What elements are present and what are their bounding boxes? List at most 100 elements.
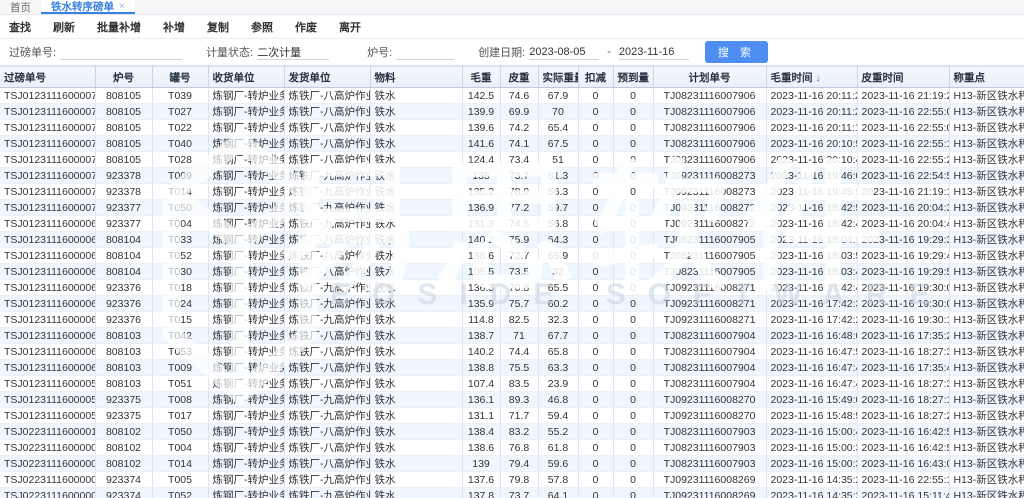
toolbar: 查找 刷新 批量补增 补增 复制 参照 作废 离开 <box>0 15 1024 39</box>
cell: 0 <box>613 104 653 120</box>
column-header[interactable]: 称重点 <box>949 67 1024 88</box>
column-header[interactable]: 实际重量 <box>538 67 578 88</box>
column-header[interactable]: 毛重 <box>462 67 500 88</box>
cell: 0 <box>578 488 613 498</box>
cell: 136.1 <box>462 392 500 408</box>
column-header[interactable]: 物料 <box>370 67 462 88</box>
search-button[interactable]: 搜 索 <box>705 41 768 63</box>
table-row[interactable]: TSJ01231116000073808105T028炼钢厂-转炉业务区炼铁厂-… <box>0 152 1024 168</box>
cell: 2023-11-16 22:54:56 <box>857 168 949 184</box>
table-row[interactable]: TSJ01231116000067808104T052炼钢厂-转炉业务区炼铁厂-… <box>0 248 1024 264</box>
cell: 0 <box>578 216 613 232</box>
column-header[interactable]: 罐号 <box>152 67 208 88</box>
cell: 923378 <box>95 168 152 184</box>
table-row[interactable]: TSJ02231116000006923374T052炼钢厂-转炉业务区炼铁厂-… <box>0 488 1024 498</box>
table-row[interactable]: TSJ01231116000064923376T024炼钢厂-转炉业务区炼铁厂-… <box>0 296 1024 312</box>
cell: 2023-11-16 17:42:22 <box>766 312 857 328</box>
column-header[interactable]: 收货单位 <box>208 67 284 88</box>
column-header[interactable]: 计划单号 <box>653 67 766 88</box>
toolbar-button[interactable]: 离开 <box>339 19 361 35</box>
table-row[interactable]: TSJ01231116000074808105T040炼钢厂-转炉业务区炼铁厂-… <box>0 136 1024 152</box>
cell: 2023-11-16 22:55:12 <box>857 472 949 488</box>
cell: 炼钢厂-转炉业务区 <box>208 88 284 104</box>
cell: H13-新区铁水秤 <box>949 456 1024 472</box>
cell: 70.8 <box>500 280 538 296</box>
toolbar-button[interactable]: 参照 <box>251 19 273 35</box>
cell: 0 <box>613 280 653 296</box>
cell: 2023-11-16 18:04:04 <box>766 232 857 248</box>
cell: 2023-11-16 19:30:09 <box>857 296 949 312</box>
cell: 2023-11-16 22:55:01 <box>857 120 949 136</box>
toolbar-button[interactable]: 补增 <box>163 19 185 35</box>
table-row[interactable]: TSJ02231116000007923374T005炼钢厂-转炉业务区炼铁厂-… <box>0 472 1024 488</box>
cell: 铁水 <box>370 168 462 184</box>
tab-home[interactable]: 首页 <box>0 0 41 14</box>
table-row[interactable]: TSJ02231116000008808102T014炼钢厂-转炉业务区炼铁厂-… <box>0 456 1024 472</box>
tab-molten-iron-bill[interactable]: 铁水转序磅单 × <box>41 0 135 14</box>
column-header[interactable]: 预到量 <box>613 67 653 88</box>
table-row[interactable]: TSJ01231116000072923378T009炼钢厂-转炉业务区炼铁厂-… <box>0 168 1024 184</box>
cell: 0 <box>613 168 653 184</box>
cell: 140.2 <box>462 344 500 360</box>
toolbar-button[interactable]: 查找 <box>9 19 31 35</box>
cell: 808105 <box>95 136 152 152</box>
table-row[interactable]: TSJ02231116000009808102T004炼钢厂-转炉业务区炼铁厂-… <box>0 440 1024 456</box>
column-header[interactable]: 扣减 <box>578 67 613 88</box>
status-select[interactable] <box>257 44 329 60</box>
toolbar-button[interactable]: 刷新 <box>53 19 75 35</box>
cell: TJ08231116007903 <box>653 456 766 472</box>
cell: 808103 <box>95 344 152 360</box>
bill-no-input[interactable] <box>60 44 182 60</box>
toolbar-button[interactable]: 批量补增 <box>97 19 141 35</box>
date-to-input[interactable] <box>619 44 689 60</box>
column-header[interactable]: 发货单位 <box>284 67 370 88</box>
cell: 炼钢厂-转炉业务区 <box>208 328 284 344</box>
table-row[interactable]: TSJ01231116000071923378T014炼钢厂-转炉业务区炼铁厂-… <box>0 184 1024 200</box>
cell: 63.3 <box>538 360 578 376</box>
cell: 铁水 <box>370 472 462 488</box>
cell: 炼铁厂-八高炉作业区 <box>284 264 370 280</box>
cell: 0 <box>578 296 613 312</box>
toolbar-button[interactable]: 复制 <box>207 19 229 35</box>
table-row[interactable]: TSJ01231116000078808105T039炼钢厂-转炉业务区炼铁厂-… <box>0 88 1024 104</box>
table-row[interactable]: TSJ02231116000010808102T050炼钢厂-转炉业务区炼铁厂-… <box>0 424 1024 440</box>
cell: 138.7 <box>462 328 500 344</box>
table-row[interactable]: TSJ01231116000070923377T050炼钢厂-转炉业务区炼铁厂-… <box>0 200 1024 216</box>
toolbar-button[interactable]: 作废 <box>295 19 317 35</box>
cell: TJ09231116008273 <box>653 184 766 200</box>
cell: 2023-11-16 15:49:06 <box>766 392 857 408</box>
table-row[interactable]: TSJ01231116000060808103T009炼钢厂-转炉业务区炼铁厂-… <box>0 360 1024 376</box>
table-row[interactable]: TSJ01231116000077808105T027炼钢厂-转炉业务区炼铁厂-… <box>0 104 1024 120</box>
cell: 炼钢厂-转炉业务区 <box>208 136 284 152</box>
column-header[interactable]: 皮重 <box>500 67 538 88</box>
cell: 2023-11-16 20:11:28 <box>766 88 857 104</box>
table-row[interactable]: TSJ01231116000065923376T018炼钢厂-转炉业务区炼铁厂-… <box>0 280 1024 296</box>
table-row[interactable]: TSJ01231116000059808103T051炼钢厂-转炉业务区炼铁厂-… <box>0 376 1024 392</box>
cell: TJ08231116007906 <box>653 152 766 168</box>
cell: 107.4 <box>462 376 500 392</box>
table-row[interactable]: TSJ01231116000062808103T042炼钢厂-转炉业务区炼铁厂-… <box>0 328 1024 344</box>
table-row[interactable]: TSJ01231116000066808104T030炼钢厂-转炉业务区炼铁厂-… <box>0 264 1024 280</box>
cell: 炼钢厂-转炉业务区 <box>208 168 284 184</box>
cell: 808104 <box>95 232 152 248</box>
close-icon[interactable]: × <box>119 1 125 12</box>
table-row[interactable]: TSJ01231116000076808105T022炼钢厂-转炉业务区炼铁厂-… <box>0 120 1024 136</box>
column-header[interactable]: 毛重时间↓ <box>766 67 857 88</box>
table-row[interactable]: TSJ01231116000054923375T008炼钢厂-转炉业务区炼铁厂-… <box>0 392 1024 408</box>
column-header[interactable]: 皮重时间 <box>857 67 949 88</box>
cell: 0 <box>613 344 653 360</box>
cell: H13-新区铁水秤 <box>949 472 1024 488</box>
column-header[interactable]: 过磅单号 <box>0 67 95 88</box>
cell: 0 <box>613 392 653 408</box>
table-row[interactable]: TSJ01231116000063923376T015炼钢厂-转炉业务区炼铁厂-… <box>0 312 1024 328</box>
table-row[interactable]: TSJ01231116000069923377T004炼钢厂-转炉业务区炼铁厂-… <box>0 216 1024 232</box>
column-header[interactable]: 炉号 <box>95 67 152 88</box>
table-row[interactable]: TSJ01231116000061808103T053炼钢厂-转炉业务区炼铁厂-… <box>0 344 1024 360</box>
furnace-input[interactable] <box>396 44 454 60</box>
table-row[interactable]: TSJ01231116000068808104T033炼钢厂-转炉业务区炼铁厂-… <box>0 232 1024 248</box>
cell: 2023-11-16 16:42:50 <box>857 424 949 440</box>
date-from-input[interactable] <box>529 44 599 60</box>
cell: 140.2 <box>462 232 500 248</box>
table-row[interactable]: TSJ01231116000053923375T017炼钢厂-转炉业务区炼铁厂-… <box>0 408 1024 424</box>
cell: H13-新区铁水秤 <box>949 152 1024 168</box>
